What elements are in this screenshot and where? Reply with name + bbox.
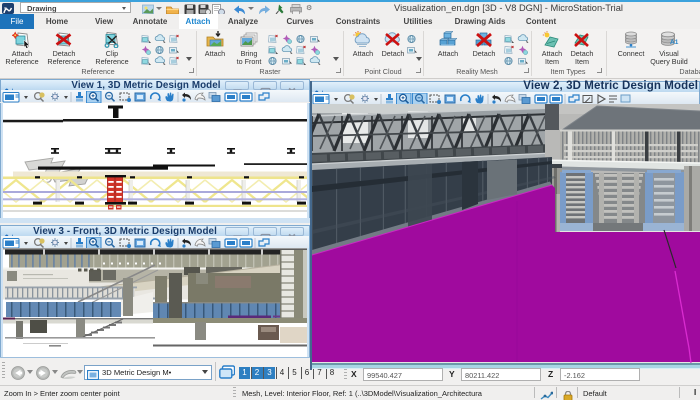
svg-text:A1: A1	[670, 39, 679, 46]
